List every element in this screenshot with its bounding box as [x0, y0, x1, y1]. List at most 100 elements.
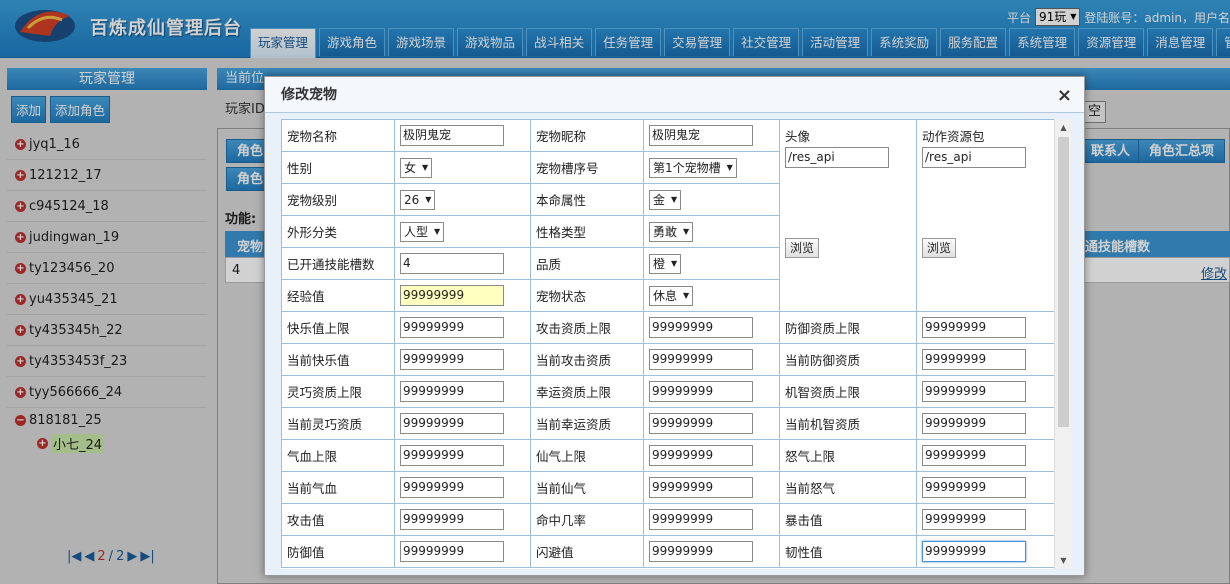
stat-input[interactable]: 99999999: [649, 445, 753, 466]
label-state: 宠物状态: [530, 279, 644, 312]
stat-label: 当前幸运资质: [530, 407, 644, 440]
stat-label: 当前仙气: [530, 471, 644, 504]
stat-row: 快乐值上限 99999999 攻击资质上限 99999999 防御资质上限 9999999…: [281, 311, 1055, 344]
stat-input[interactable]: 99999999: [400, 509, 504, 530]
chevron-down-icon: ▼: [683, 227, 690, 236]
stat-input[interactable]: 99999999: [922, 381, 1026, 402]
stat-cell: 99999999: [394, 439, 531, 472]
stat-input[interactable]: 99999999: [400, 381, 504, 402]
stat-input[interactable]: 99999999: [649, 381, 753, 402]
avatar-cell: 头像 /res_api 浏览: [779, 119, 917, 312]
stat-input[interactable]: 99999999: [400, 317, 504, 338]
label-personality: 性格类型: [530, 215, 644, 248]
stat-input[interactable]: 99999999: [922, 349, 1026, 370]
stat-input[interactable]: 99999999: [400, 541, 504, 562]
dialog-scrollbar[interactable]: ▲ ▼: [1054, 119, 1071, 569]
shape-select[interactable]: 人型 ▼: [400, 221, 445, 242]
stat-input[interactable]: 99999999: [649, 477, 753, 498]
state-select[interactable]: 休息 ▼: [649, 285, 694, 306]
stat-input[interactable]: 99999999: [400, 413, 504, 434]
scroll-down-icon[interactable]: ▼: [1055, 552, 1071, 569]
personality-value: 勇敢: [653, 225, 678, 239]
stat-cell: 99999999: [643, 343, 780, 376]
quality-value: 橙: [653, 257, 666, 271]
gender-select[interactable]: 女 ▼: [400, 157, 433, 178]
element-value: 金: [653, 193, 666, 207]
stat-input[interactable]: 99999999: [922, 541, 1026, 562]
stat-cell: 99999999: [643, 375, 780, 408]
stat-input[interactable]: 99999999: [400, 477, 504, 498]
stat-label: 命中几率: [530, 503, 644, 536]
stat-cell: 99999999: [916, 535, 1055, 568]
stat-label: 当前机智资质: [779, 407, 917, 440]
pet-nick-input[interactable]: 极阴鬼宠: [649, 125, 753, 146]
chevron-down-icon: ▼: [434, 227, 441, 236]
action-res-browse-button[interactable]: 浏览: [922, 238, 957, 258]
stat-input[interactable]: 99999999: [649, 509, 753, 530]
stat-cell: 99999999: [643, 407, 780, 440]
action-res-cell: 动作资源包 /res_api 浏览: [916, 119, 1055, 312]
stat-cell: 99999999: [394, 343, 531, 376]
stat-row: 灵巧资质上限 99999999 幸运资质上限 99999999 机智资质上限 999999…: [281, 375, 1055, 408]
chevron-down-icon: ▼: [726, 163, 733, 172]
slot-select[interactable]: 第1个宠物槽 ▼: [649, 157, 737, 178]
stat-label: 当前攻击资质: [530, 343, 644, 376]
slot-value: 第1个宠物槽: [653, 161, 721, 175]
stat-label: 气血上限: [281, 439, 395, 472]
label-quality: 品质: [530, 247, 644, 280]
stat-input[interactable]: 99999999: [649, 317, 753, 338]
pet-name-input[interactable]: 极阴鬼宠: [400, 125, 504, 146]
quality-select[interactable]: 橙 ▼: [649, 253, 682, 274]
stat-input[interactable]: 99999999: [649, 413, 753, 434]
stat-label: 机智资质上限: [779, 375, 917, 408]
avatar-browse-button[interactable]: 浏览: [785, 238, 820, 258]
stat-input[interactable]: 99999999: [649, 541, 753, 562]
stat-input[interactable]: 99999999: [922, 445, 1026, 466]
stat-input[interactable]: 99999999: [922, 509, 1026, 530]
stat-label: 快乐值上限: [281, 311, 395, 344]
stat-cell: 99999999: [916, 311, 1055, 344]
stat-cell: 99999999: [394, 375, 531, 408]
label-gender: 性别: [281, 151, 395, 184]
personality-select[interactable]: 勇敢 ▼: [649, 221, 694, 242]
stat-cell: 99999999: [394, 311, 531, 344]
label-action-res: 动作资源包: [922, 129, 985, 144]
stat-label: 闪避值: [530, 535, 644, 568]
stat-label: 韧性值: [779, 535, 917, 568]
stat-cell: 99999999: [394, 471, 531, 504]
stat-input[interactable]: 99999999: [400, 445, 504, 466]
gender-value: 女: [404, 161, 417, 175]
scroll-thumb[interactable]: [1058, 137, 1069, 427]
stat-row: 气血上限 99999999 仙气上限 99999999 怒气上限 99999999: [281, 439, 1055, 472]
stat-label: 当前防御资质: [779, 343, 917, 376]
stat-cell: 99999999: [643, 535, 780, 568]
label-skill-slots: 已开通技能槽数: [281, 247, 395, 280]
level-value: 26: [404, 192, 420, 207]
label-pet-nick: 宠物昵称: [530, 119, 644, 152]
stat-row: 当前快乐值 99999999 当前攻击资质 99999999 当前防御资质 9999999…: [281, 343, 1055, 376]
action-res-input[interactable]: /res_api: [922, 147, 1026, 168]
label-avatar: 头像: [785, 129, 811, 144]
stat-cell: 99999999: [643, 311, 780, 344]
stat-input[interactable]: 99999999: [922, 477, 1026, 498]
stat-input[interactable]: 99999999: [649, 349, 753, 370]
stat-cell: 99999999: [916, 471, 1055, 504]
stat-cell: 99999999: [643, 503, 780, 536]
edit-pet-dialog: 修改宠物 × 宠物名称 极阴鬼宠 宠物昵称 极阴鬼宠 头像 /res_api 浏…: [264, 76, 1085, 576]
scroll-up-icon[interactable]: ▲: [1055, 119, 1071, 136]
label-pet-name: 宠物名称: [281, 119, 395, 152]
avatar-input[interactable]: /res_api: [785, 147, 889, 168]
level-select[interactable]: 26 ▼: [400, 189, 436, 210]
stat-cell: 99999999: [394, 503, 531, 536]
skill-slots-input[interactable]: 4: [400, 253, 504, 274]
stat-input[interactable]: 99999999: [922, 317, 1026, 338]
stat-label: 防御值: [281, 535, 395, 568]
exp-input[interactable]: 99999999: [400, 285, 504, 306]
stat-input[interactable]: 99999999: [400, 349, 504, 370]
chevron-down-icon: ▼: [683, 291, 690, 300]
label-exp: 经验值: [281, 279, 395, 312]
stat-cell: 99999999: [916, 503, 1055, 536]
close-icon[interactable]: ×: [1057, 85, 1072, 106]
element-select[interactable]: 金 ▼: [649, 189, 682, 210]
stat-input[interactable]: 99999999: [922, 413, 1026, 434]
